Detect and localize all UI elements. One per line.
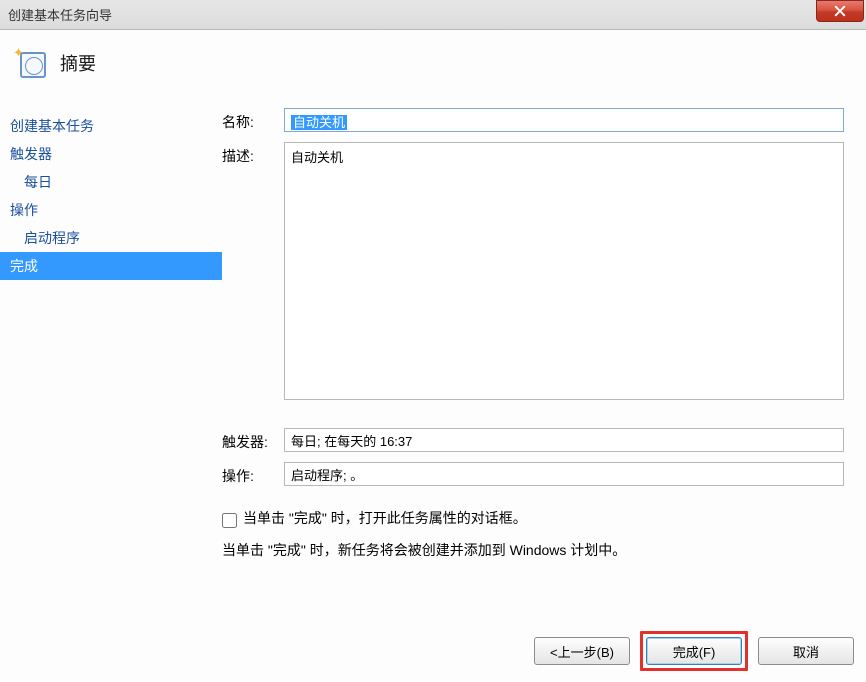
content-area: 创建基本任务 触发器 每日 操作 启动程序 完成 名称: 自动关机 描述: 自动… [0,108,866,620]
label-description: 描述: [222,142,284,166]
close-button[interactable] [816,0,864,22]
sidebar-item-trigger[interactable]: 触发器 [0,140,222,168]
sidebar-item-action[interactable]: 操作 [0,196,222,224]
footer-buttons: <上一步(B) 完成(F) 取消 [0,620,866,682]
label-trigger: 触发器: [222,428,284,452]
row-trigger: 触发器: [222,428,844,452]
row-name: 名称: 自动关机 [222,108,844,132]
label-action: 操作: [222,462,284,486]
info-text: 当单击 "完成" 时，新任务将会被创建并添加到 Windows 计划中。 [222,540,844,560]
input-name-value: 自动关机 [291,115,347,130]
input-name[interactable]: 自动关机 [284,108,844,132]
row-open-properties-checkbox: 当单击 "完成" 时，打开此任务属性的对话框。 [222,508,844,532]
checkbox-open-properties[interactable] [222,513,237,528]
highlight-box: 完成(F) [640,631,748,671]
wizard-steps-sidebar: 创建基本任务 触发器 每日 操作 启动程序 完成 [0,108,222,620]
sidebar-item-finish[interactable]: 完成 [0,252,222,280]
back-button[interactable]: <上一步(B) [534,637,630,665]
input-action[interactable] [284,462,844,486]
row-action: 操作: [222,462,844,486]
window-body: ✦ 摘要 创建基本任务 触发器 每日 操作 启动程序 完成 名称: 自动关机 描… [0,30,866,682]
row-description: 描述: 自动关机 [222,142,844,400]
label-name: 名称: [222,108,284,132]
textarea-description[interactable]: 自动关机 [284,142,844,400]
input-trigger[interactable] [284,428,844,452]
finish-button[interactable]: 完成(F) [646,637,742,665]
page-title: 摘要 [60,50,96,76]
titlebar: 创建基本任务向导 [0,0,866,30]
window-title: 创建基本任务向导 [8,5,112,24]
cancel-button[interactable]: 取消 [758,637,854,665]
sidebar-item-start-program[interactable]: 启动程序 [0,224,222,252]
sidebar-item-daily[interactable]: 每日 [0,168,222,196]
sidebar-item-create-basic-task[interactable]: 创建基本任务 [0,112,222,140]
checkbox-label: 当单击 "完成" 时，打开此任务属性的对话框。 [243,508,527,528]
close-icon [834,5,846,17]
summary-icon: ✦ [16,48,46,78]
wizard-header: ✦ 摘要 [0,30,866,108]
main-panel: 名称: 自动关机 描述: 自动关机 触发器: 操作: 当单击 "完成" 时 [222,108,866,620]
